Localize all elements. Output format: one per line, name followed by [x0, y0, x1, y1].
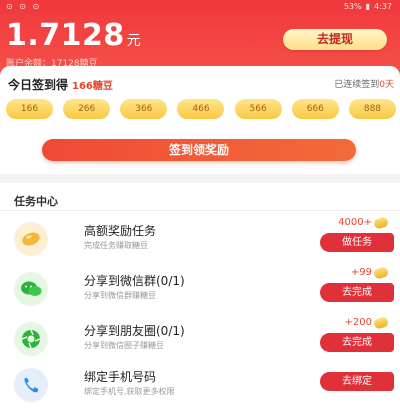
status-bar: ⊙ ⊙ ⊙ 53% ▮ 4:37 [0, 0, 400, 14]
checkin-title: 今日签到得 166糖豆 [8, 76, 113, 93]
checkin-day-4[interactable]: 466 [177, 99, 225, 119]
task-desc: 完成任务赚取糖豆 [84, 241, 148, 250]
moments-icon [14, 322, 48, 356]
share-group-button[interactable]: 去完成 [320, 283, 394, 302]
task-reward: +99 [350, 265, 390, 280]
divider [0, 210, 400, 211]
checkin-days: 166 266 366 466 566 666 888 [6, 99, 396, 119]
task-center: 任务中心 高额奖励任务 完成任务赚取糖豆 4000+ 做任务 分享到微信群(0/… [0, 183, 400, 414]
do-task-button[interactable]: 做任务 [320, 233, 394, 252]
task-reward: 4000+ [338, 215, 390, 230]
wechat-icon [14, 272, 48, 306]
checkin-day-3[interactable]: 366 [120, 99, 168, 119]
checkin-day-7[interactable]: 888 [348, 99, 396, 119]
clock: 4:37 [374, 2, 392, 11]
bean-icon [14, 222, 48, 256]
coin-icon [372, 215, 390, 230]
coin-icon [372, 315, 390, 330]
status-right: 53% ▮ 4:37 [344, 2, 392, 11]
task-center-title: 任务中心 [14, 195, 58, 208]
checkin-day-5[interactable]: 566 [234, 99, 282, 119]
checkin-beans: 166糖豆 [72, 81, 113, 92]
phone-icon [14, 368, 48, 402]
checkin-card: 今日签到得 166糖豆 已连续签到0天 166 266 366 466 566 6… [0, 66, 400, 174]
task-item: 分享到微信群(0/1) 分享到微信群赚糖豆 +99 去完成 [0, 265, 400, 309]
balance-value: 1.7128 [6, 18, 125, 53]
task-item: 绑定手机号码 绑定手机号,获取更多权限 去绑定 [0, 363, 400, 405]
battery-level: 53% [343, 2, 362, 11]
checkin-day-6[interactable]: 666 [291, 99, 339, 119]
balance-unit: 元 [126, 33, 142, 49]
bind-phone-button[interactable]: 去绑定 [320, 372, 394, 391]
coin-icon [372, 265, 390, 280]
task-desc: 分享到微信圈子赚糖豆 [84, 341, 164, 350]
checkin-day-2[interactable]: 266 [63, 99, 111, 119]
task-name: 分享到微信群(0/1) [84, 274, 185, 288]
share-moments-button[interactable]: 去完成 [320, 333, 394, 352]
task-reward-value: +200 [344, 317, 372, 328]
claim-reward-button[interactable]: 签到领奖励 [42, 139, 356, 161]
task-reward-value: +99 [350, 267, 372, 278]
task-desc: 绑定手机号,获取更多权限 [84, 387, 175, 396]
task-item: 分享到朋友圈(0/1) 分享到微信圈子赚糖豆 +200 去完成 [0, 315, 400, 359]
checkin-title-text: 今日签到得 [8, 78, 69, 92]
balance-amount: 1.7128 元 [6, 18, 141, 53]
task-reward-value: 4000+ [338, 217, 372, 228]
task-name: 高额奖励任务 [84, 224, 157, 238]
streak-prefix: 已连续签到 [334, 80, 380, 90]
status-icons: ⊙ ⊙ ⊙ [6, 2, 42, 11]
task-item: 高额奖励任务 完成任务赚取糖豆 4000+ 做任务 [0, 215, 400, 259]
task-name: 绑定手机号码 [84, 370, 157, 384]
checkin-day-1[interactable]: 166 [6, 99, 53, 119]
battery-icon: ▮ [365, 2, 371, 11]
task-name: 分享到朋友圈(0/1) [84, 324, 185, 338]
withdraw-button[interactable]: 去提现 [283, 29, 387, 50]
streak-info: 已连续签到0天 [334, 77, 394, 90]
streak-days: 0天 [379, 80, 394, 90]
task-desc: 分享到微信群赚糖豆 [84, 291, 156, 300]
task-reward: +200 [344, 315, 390, 330]
